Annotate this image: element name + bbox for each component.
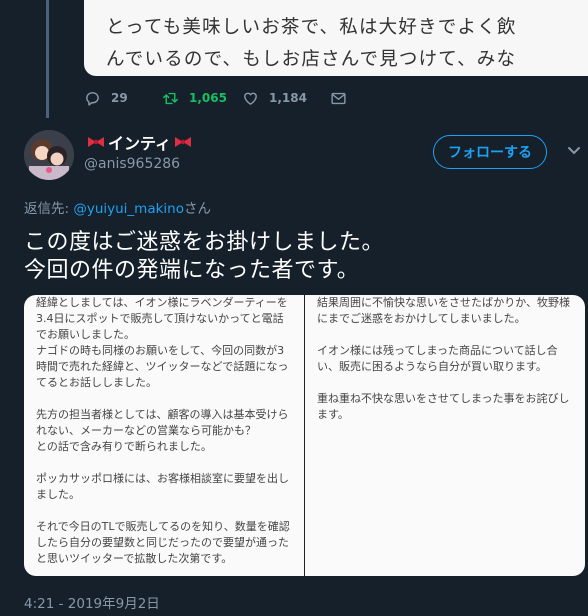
tweet-timestamp[interactable]: 4:21 - 2019年9月2日 [24,592,160,612]
memo-divider [304,295,305,576]
reply-count: 29 [111,91,128,105]
reply-icon [86,91,99,106]
thread-connector-line [46,0,49,118]
direct-message-button[interactable] [330,90,347,107]
like-button[interactable]: 1,184 [242,90,330,107]
memo-right-column: 結果周囲に不愉快な思いをさせたばかりか、牧野様 にまでご迷惑をおかけしてしまいま… [317,296,570,421]
chevron-down-icon[interactable] [567,146,581,156]
author-name-text: インティ [108,134,172,153]
like-count: 1,184 [269,91,307,105]
retweet-icon [163,92,178,104]
previous-tweet-image[interactable]: とっても美味しいお茶で、私は大好きでよく飲 んでいるので、もしお店さんで見つけて… [84,0,588,76]
retweet-count: 1,065 [189,91,227,105]
tweet-text-line-2: 今回の件の発端になった者です。 [24,258,360,283]
avatar[interactable] [24,130,74,180]
previous-tweet-line-1: とっても美味しいお茶で、私は大好きでよく飲 [106,17,517,38]
previous-tweet-line-2: んでいるので、もしお店さんで見つけて、みな [106,49,517,70]
reply-to-mention[interactable]: @yuiyui_makino [73,201,184,217]
tweet-actions: 29 1,065 1,184 [84,88,347,108]
tweet-text: この度はご迷惑をお掛けしました。 今回の件の発端になった者です。 [24,229,384,285]
bow-icon [175,137,192,147]
reply-button[interactable]: 29 [84,90,162,107]
like-icon [244,92,257,105]
reply-to-line: 返信先: @yuiyui_makinoさん [24,197,211,217]
retweet-button[interactable]: 1,065 [162,90,242,107]
tweet-text-line-1: この度はご迷惑をお掛けしました。 [24,230,385,255]
author-name[interactable]: インティ [84,130,195,154]
tweet-image-memo[interactable]: 経緯としましては、イオン様にラベンダーティーを 3.4日にスポットで販売して頂け… [24,295,585,576]
reply-to-suffix: さん [184,201,211,217]
author-handle[interactable]: @anis965286 [84,156,180,172]
follow-button[interactable]: フォローする [433,135,547,169]
memo-left-column: 経緯としましては、イオン様にラベンダーティーを 3.4日にスポットで販売して頂け… [36,296,290,565]
bow-icon [88,137,104,147]
dm-icon [331,92,346,104]
reply-to-prefix: 返信先: [24,201,74,217]
